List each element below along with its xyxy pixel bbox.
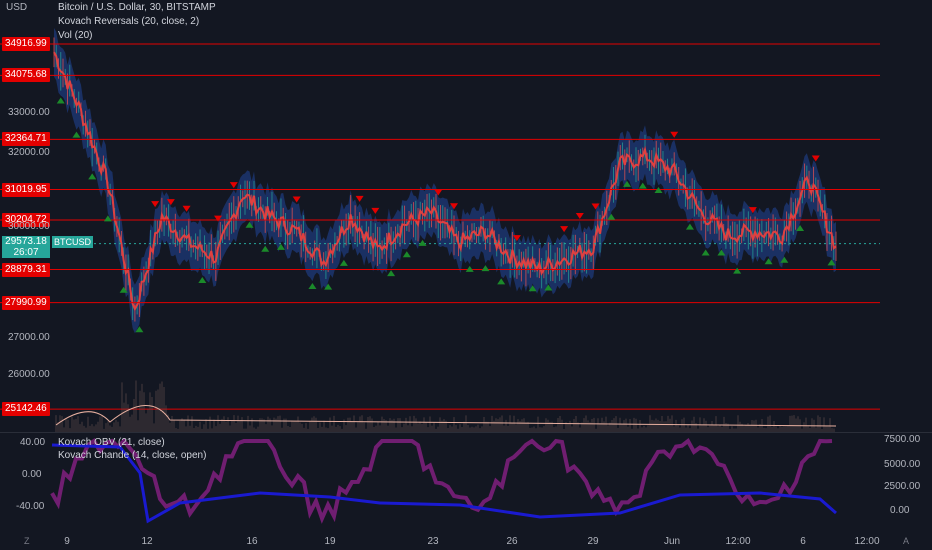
time-axis-label: 9 [64,536,70,547]
up-arrow-icon [56,97,65,104]
up-arrow-icon [733,267,742,274]
level-price-tag: 25142.46 [2,402,50,417]
up-arrow-icon [418,239,427,246]
down-arrow-icon [292,196,301,203]
auto-scale-toggle[interactable]: Z [24,536,30,546]
osc-right-axis-label: 0.00 [890,505,910,516]
volatility-band [54,28,836,334]
osc-right-axis-label: 2500.00 [884,481,921,492]
price-line [53,51,837,312]
down-arrow-icon [355,195,364,202]
osc-left-axis-label: 0.00 [22,469,42,480]
chart-title: Bitcoin / U.S. Dollar, 30, BITSTAMP [58,2,216,13]
down-arrow-icon [670,131,679,138]
price-axis-label: 32000.00 [8,147,50,158]
level-price-tag: 31019.95 [2,182,50,197]
auto-scale-button[interactable]: A [903,536,909,546]
down-arrow-icon [229,182,238,189]
obv-legend: Kovach OBV (21, close) [58,437,165,448]
up-arrow-icon [497,278,506,285]
time-axis-label: 6 [800,536,806,547]
up-arrow-icon [481,265,490,272]
price-axis-label: 27000.00 [8,332,50,343]
current-price-tag: 29573.18 26:07 [2,236,50,258]
down-arrow-icon [151,201,160,208]
up-arrow-icon [402,251,411,258]
osc-left-axis-label: -40.00 [16,501,45,512]
time-axis-label: 29 [587,536,599,547]
up-arrow-icon [701,249,710,256]
osc-left-axis-label: 40.00 [20,437,46,448]
time-axis-label: 16 [246,536,258,547]
price-axis-label: 33000.00 [8,107,50,118]
volume-ma-line [55,405,837,427]
up-arrow-icon [339,259,348,266]
price-chart[interactable] [0,0,932,433]
level-price-tag: 28879.31 [2,262,50,277]
indicator-legend-volume: Vol (20) [58,30,93,41]
level-price-tag: 32364.71 [2,132,50,147]
time-axis-label: 12:00 [725,536,751,547]
time-axis-label: 23 [427,536,439,547]
osc-right-axis-label: 5000.00 [884,459,921,470]
down-arrow-icon [575,213,584,220]
down-arrow-icon [811,155,820,162]
chande-legend: Kovach Chande (14, close, open) [58,450,207,461]
time-axis-label: 12 [141,536,153,547]
time-axis-label: 26 [506,536,518,547]
time-axis-label: Jun [663,536,681,547]
price-axis-label: 30000.00 [8,221,50,232]
currency-label: USD [6,2,28,13]
up-arrow-icon [261,245,270,252]
osc-right-axis-label: 7500.00 [884,434,921,445]
up-arrow-icon [308,283,317,290]
up-arrow-icon [638,182,647,189]
level-price-tag: 27990.99 [2,295,50,310]
time-axis-label: 12:00 [854,536,880,547]
price-axis-label: 26000.00 [8,369,50,380]
up-arrow-icon [465,265,474,272]
level-price-tag: 34916.99 [2,37,50,51]
symbol-tag: BTCUSD [52,236,94,248]
level-price-tag: 34075.68 [2,68,50,83]
down-arrow-icon [371,207,380,214]
down-arrow-icon [560,226,569,233]
indicator-legend-reversals: Kovach Reversals (20, close, 2) [58,16,200,27]
up-arrow-icon [88,173,97,180]
up-arrow-icon [72,131,81,138]
time-axis-label: 19 [324,536,336,547]
down-arrow-icon [182,205,191,212]
up-arrow-icon [387,270,396,277]
up-arrow-icon [685,223,694,230]
up-arrow-icon [198,277,207,284]
bar-countdown: 26:07 [13,247,39,258]
current-price: 29573.18 [5,236,47,247]
